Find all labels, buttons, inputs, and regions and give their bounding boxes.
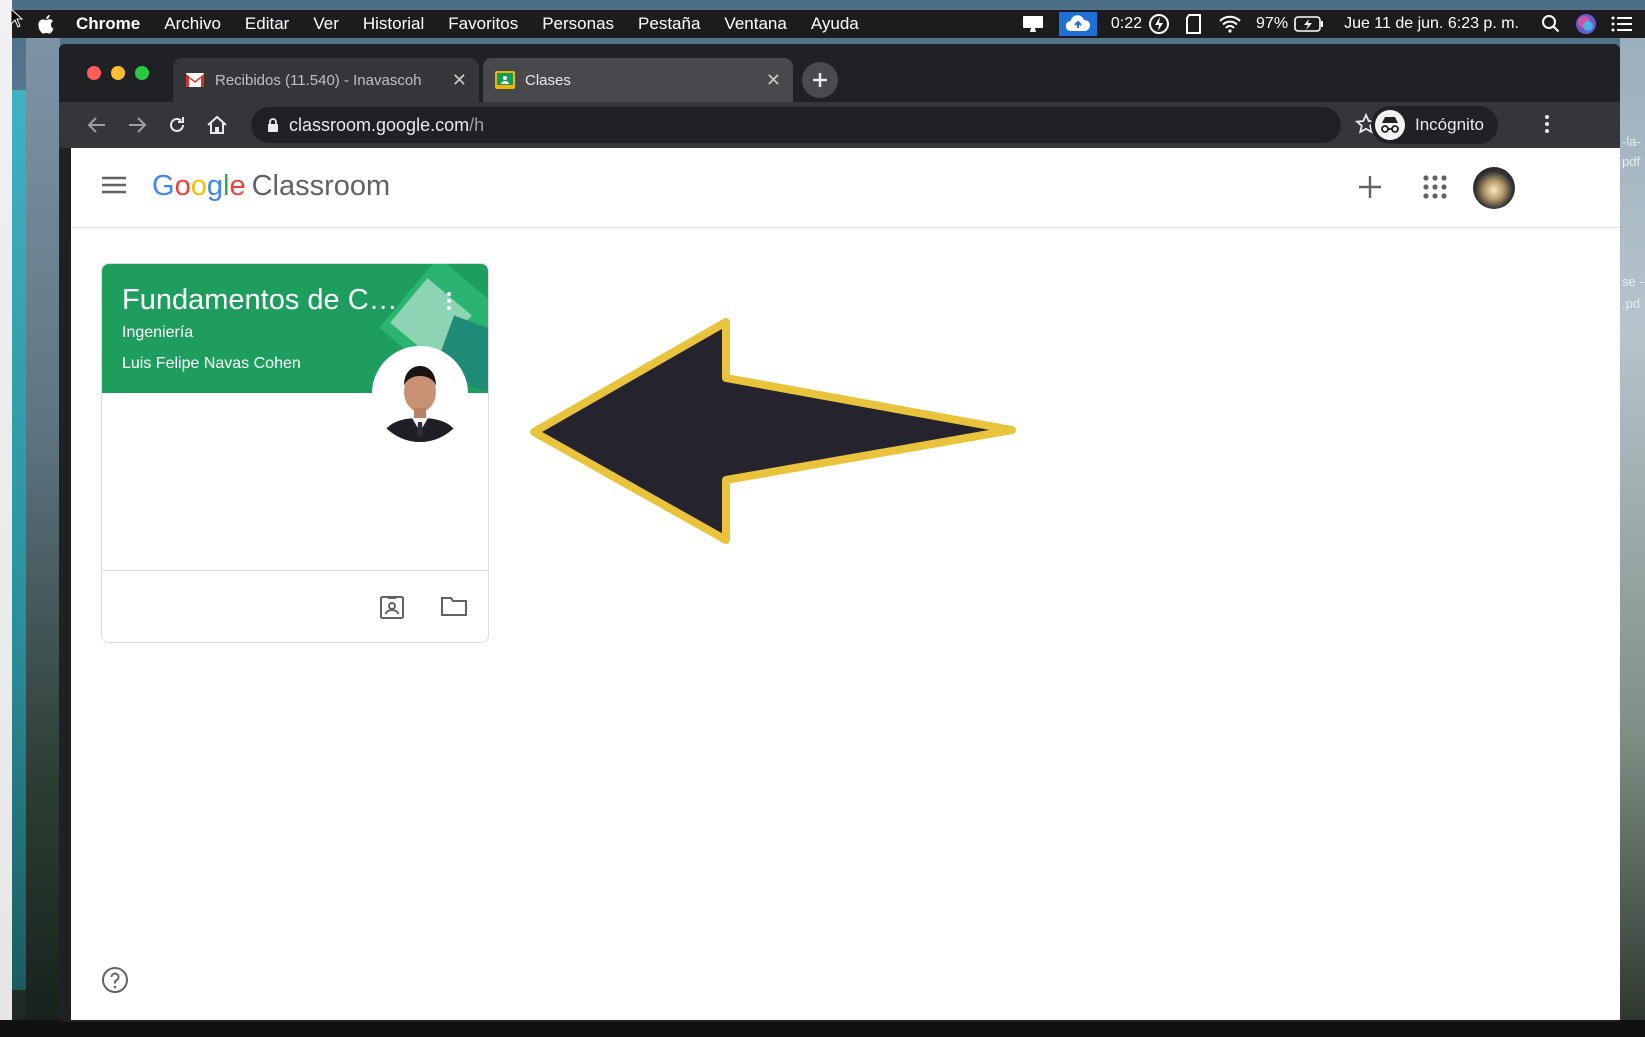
close-window-button[interactable] — [87, 66, 101, 80]
battery-percent[interactable]: 97% — [1256, 15, 1288, 33]
siri-icon[interactable] — [1575, 13, 1597, 35]
desktop-file-label-3[interactable]: se - — [1622, 272, 1644, 292]
cloud-sync-icon[interactable] — [1058, 12, 1097, 36]
google-wordmark: Google — [152, 170, 246, 203]
menu-historial[interactable]: Historial — [363, 14, 424, 34]
arrow-left-icon — [87, 117, 105, 133]
notification-center-icon[interactable] — [1611, 15, 1633, 33]
logo-letter: e — [229, 170, 246, 202]
close-tab-icon[interactable]: ✕ — [452, 70, 467, 91]
class-card[interactable]: Fundamentos de Cál... Ingeniería Luis Fe… — [101, 263, 489, 643]
classroom-page: Google Classroom Fundamentos de Cál... I… — [71, 148, 1620, 1020]
gradebook-icon[interactable] — [379, 594, 405, 625]
help-icon[interactable] — [101, 966, 129, 999]
minimize-window-button[interactable] — [111, 66, 125, 80]
annotation-arrow-icon — [530, 318, 1016, 544]
menubar-status-area: 0:22 97% Jue 11 de jun. 6:23 p. m. — [1007, 10, 1645, 38]
class-section: Ingeniería — [122, 324, 194, 341]
logo-letter: o — [190, 170, 207, 202]
wifi-icon[interactable] — [1218, 15, 1242, 33]
tab-strip: Recibidos (11.540) - Inavascoh ✕ Clases … — [59, 44, 1620, 102]
desktop-file-label-1[interactable]: -la- — [1622, 132, 1641, 152]
battery-icon[interactable] — [1294, 16, 1324, 32]
back-button[interactable] — [85, 113, 109, 137]
energy-icon[interactable] — [1148, 13, 1170, 35]
menu-pestana[interactable]: Pestaña — [638, 14, 700, 34]
menu-favoritos[interactable]: Favoritos — [448, 14, 518, 34]
classroom-header: Google Classroom — [71, 148, 1620, 228]
url-path: /h — [469, 114, 485, 135]
lock-icon — [268, 117, 278, 132]
home-button[interactable] — [205, 113, 229, 137]
tab-clases[interactable]: Clases ✕ — [483, 58, 793, 102]
menu-app-name[interactable]: Chrome — [76, 14, 140, 34]
menu-ventana[interactable]: Ventana — [724, 14, 786, 34]
forward-button[interactable] — [125, 113, 149, 137]
plus-icon — [813, 73, 827, 87]
display-icon[interactable] — [1021, 15, 1045, 33]
menu-personas[interactable]: Personas — [542, 14, 614, 34]
incognito-label: Incógnito — [1415, 115, 1484, 134]
menu-archivo[interactable]: Archivo — [164, 14, 221, 34]
url-host: classroom.google.com — [289, 114, 470, 135]
sd-card-icon[interactable] — [1184, 13, 1204, 35]
plus-icon — [1359, 176, 1381, 198]
dock-area — [0, 1020, 1645, 1037]
new-tab-button[interactable] — [802, 62, 838, 98]
logo-letter: g — [206, 170, 223, 202]
apple-icon[interactable] — [38, 14, 56, 34]
classroom-icon — [495, 71, 515, 89]
google-classroom-logo[interactable]: Google Classroom — [152, 170, 390, 203]
incognito-profile-button[interactable]: Incógnito — [1371, 106, 1498, 144]
incognito-icon — [1375, 110, 1405, 140]
menu-ver[interactable]: Ver — [313, 14, 339, 34]
more-options-icon[interactable] — [446, 290, 452, 317]
spotlight-search-icon[interactable] — [1541, 14, 1561, 34]
tab-title: Clases — [525, 71, 571, 89]
reload-button[interactable] — [165, 113, 189, 137]
logo-letter: o — [174, 170, 191, 202]
class-teacher: Luis Felipe Navas Cohen — [122, 355, 301, 372]
teacher-avatar — [372, 346, 468, 442]
menu-ayuda[interactable]: Ayuda — [811, 14, 859, 34]
logo-letter: G — [152, 170, 175, 202]
arrow-right-icon — [129, 117, 147, 133]
tab-title: Recibidos (11.540) - Inavascoh — [215, 71, 422, 89]
desktop-edge — [0, 0, 12, 1037]
desktop-window-edge — [12, 90, 26, 990]
timer-text[interactable]: 0:22 — [1111, 15, 1142, 33]
card-divider — [102, 570, 488, 571]
reload-icon — [170, 117, 184, 132]
browser-menu-icon[interactable] — [1544, 113, 1550, 140]
google-apps-icon[interactable] — [1421, 173, 1449, 206]
gmail-icon — [186, 73, 204, 87]
product-name: Classroom — [251, 170, 391, 202]
desktop-file-label-4[interactable]: .pd — [1622, 294, 1640, 314]
folder-icon[interactable] — [440, 595, 468, 622]
mouse-cursor-icon — [10, 8, 24, 28]
class-title[interactable]: Fundamentos de Cál... — [122, 284, 402, 317]
tab-gmail[interactable]: Recibidos (11.540) - Inavascoh ✕ — [173, 58, 479, 102]
account-avatar[interactable] — [1473, 167, 1515, 209]
create-join-class-button[interactable] — [1356, 173, 1384, 206]
main-menu-icon[interactable] — [101, 175, 127, 200]
desktop-wallpaper-right — [1620, 30, 1645, 1037]
browser-toolbar: classroom.google.com/h Incógnito — [59, 102, 1620, 148]
address-bar[interactable]: classroom.google.com/h — [251, 107, 1341, 143]
macos-menubar: Chrome Archivo Editar Ver Historial Favo… — [12, 10, 1645, 38]
zoom-window-button[interactable] — [135, 66, 149, 80]
close-tab-icon[interactable]: ✕ — [766, 70, 781, 91]
datetime[interactable]: Jue 11 de jun. 6:23 p. m. — [1344, 15, 1519, 33]
home-icon — [207, 115, 227, 134]
desktop-file-label-2[interactable]: pdf — [1622, 152, 1640, 172]
desktop-wallpaper-left — [26, 30, 60, 1037]
menu-editar[interactable]: Editar — [245, 14, 289, 34]
